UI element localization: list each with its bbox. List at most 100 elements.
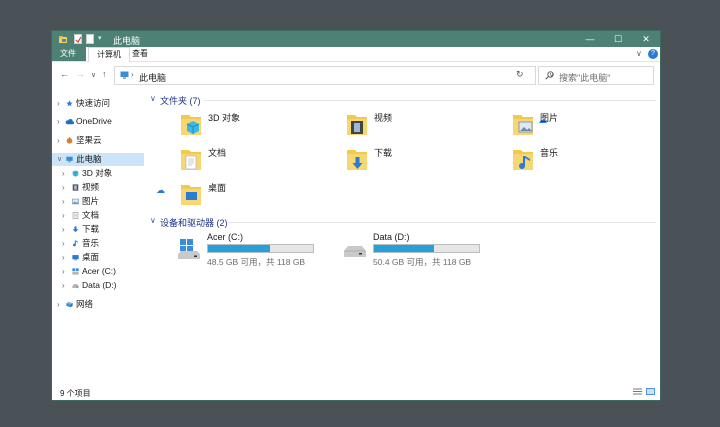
expand-chevron-icon[interactable]: ›	[62, 237, 65, 250]
group-header-drives[interactable]: ∨ 设备和驱动器 (2)	[148, 215, 660, 229]
sidebar-item-onedrive[interactable]: › OneDrive	[52, 115, 144, 128]
folder-label: 文档	[208, 148, 227, 158]
drive-icon	[72, 284, 79, 288]
details-view-icon[interactable]	[633, 388, 642, 395]
sidebar-item-label: OneDrive	[76, 116, 112, 126]
customize-quick-access-icon[interactable]: ▾	[98, 34, 102, 42]
expand-chevron-icon[interactable]: ›	[57, 298, 60, 311]
drive-usage-fill	[374, 245, 434, 252]
computer-icon	[120, 71, 129, 79]
sidebar-item-label: 3D 对象	[82, 168, 113, 178]
tab-file[interactable]: 文件	[52, 47, 86, 61]
drive-label: Acer (C:)	[207, 232, 243, 242]
sidebar-item-drive-d[interactable]: › Data (D:)	[52, 279, 144, 292]
cloud-status-icon: ☁	[156, 185, 165, 195]
expand-chevron-icon[interactable]: ›	[62, 251, 65, 264]
title-bar: ▾ 此电脑 — ☐ ✕	[52, 31, 660, 47]
help-button[interactable]: ?	[648, 49, 658, 59]
forward-button[interactable]: →	[76, 69, 85, 79]
collapse-chevron-icon[interactable]: ∨	[150, 94, 156, 103]
sidebar-item-quick-access[interactable]: › 快速访问	[52, 97, 144, 110]
navigation-bar: ← → ∨ ↑ › 此电脑 ∨ ↻ 搜索"此电脑"	[52, 64, 660, 86]
search-box[interactable]: 搜索"此电脑"	[538, 66, 654, 85]
collapse-chevron-icon[interactable]: ∨	[150, 216, 156, 225]
sidebar-item-this-pc[interactable]: ∨ 此电脑	[52, 153, 144, 166]
refresh-button[interactable]: ↻	[516, 69, 524, 80]
address-bar[interactable]: › 此电脑 ∨	[114, 66, 554, 85]
sidebar-item-music[interactable]: › 音乐	[52, 237, 144, 250]
properties-icon[interactable]	[74, 34, 82, 44]
folder-music[interactable]: 音乐	[512, 146, 652, 176]
desktop-icon	[72, 255, 79, 261]
pictures-folder-icon	[513, 115, 533, 135]
expand-chevron-icon[interactable]: ›	[62, 223, 65, 236]
sidebar-item-drive-c[interactable]: › Acer (C:)	[52, 265, 144, 278]
close-button[interactable]: ✕	[632, 31, 660, 47]
new-folder-icon[interactable]	[86, 34, 94, 44]
sidebar-item-pictures[interactable]: › 图片	[52, 195, 144, 208]
expand-chevron-icon[interactable]: ›	[62, 181, 65, 194]
sidebar-item-3d-objects[interactable]: › 3D 对象	[52, 167, 144, 180]
expand-chevron-icon[interactable]: ›	[62, 167, 65, 180]
folder-label: 下载	[374, 148, 393, 158]
sidebar-item-label: 图片	[82, 196, 100, 206]
folder-label: 3D 对象	[208, 113, 241, 123]
search-input[interactable]: 搜索"此电脑"	[559, 71, 610, 84]
back-button[interactable]: ←	[60, 69, 69, 79]
computer-icon	[66, 156, 73, 163]
windows-drive-icon	[72, 268, 79, 275]
group-label: 文件夹 (7)	[160, 96, 201, 106]
folder-documents[interactable]: 文档	[180, 146, 320, 176]
drive-d[interactable]: Data (D:) 50.4 GB 可用，共 118 GB	[343, 232, 493, 268]
ribbon: 文件 计算机 查看 ∨ ?	[52, 47, 660, 62]
breadcrumb[interactable]: 此电脑	[139, 71, 166, 84]
divider	[228, 222, 656, 223]
sidebar-item-videos[interactable]: › 视频	[52, 181, 144, 194]
drive-c[interactable]: Acer (C:) 48.5 GB 可用，共 118 GB	[177, 232, 327, 268]
sidebar-item-downloads[interactable]: › 下载	[52, 223, 144, 236]
tab-view[interactable]: 查看	[124, 47, 156, 61]
expand-ribbon-icon[interactable]: ∨	[636, 49, 642, 58]
folder-videos[interactable]: 视频	[346, 111, 486, 141]
up-button[interactable]: ↑	[102, 69, 107, 79]
content-area: ∨ 文件夹 (7) 3D 对象 视频 ☁ 图片 文档 下载 音乐 ☁ 桌面 ∨ …	[148, 89, 660, 389]
minimize-button[interactable]: —	[576, 31, 604, 47]
sidebar-item-desktop[interactable]: › 桌面	[52, 251, 144, 264]
recent-locations-button[interactable]: ∨	[91, 71, 96, 79]
cloud-icon	[65, 119, 74, 125]
windows-drive-icon	[178, 239, 200, 259]
music-icon	[73, 240, 78, 247]
expand-chevron-icon[interactable]: ›	[62, 279, 65, 292]
status-item-count: 9 个项目	[60, 389, 91, 398]
drive-usage-bar	[207, 244, 314, 253]
large-icons-view-icon[interactable]	[646, 388, 655, 395]
sidebar-item-network[interactable]: › 网络	[52, 298, 144, 311]
sidebar-item-label: 快速访问	[76, 98, 111, 108]
folder-desktop[interactable]: 桌面	[180, 181, 320, 211]
network-icon	[66, 301, 73, 308]
collapse-chevron-icon[interactable]: ∨	[57, 153, 62, 166]
sidebar-item-label: 下载	[82, 224, 100, 234]
expand-chevron-icon[interactable]: ›	[57, 97, 60, 110]
expand-chevron-icon[interactable]: ›	[57, 115, 60, 128]
sidebar-item-jianguoyun[interactable]: › 坚果云	[52, 134, 144, 147]
expand-chevron-icon[interactable]: ›	[57, 134, 60, 147]
breadcrumb-separator-icon[interactable]: ›	[131, 70, 134, 79]
explorer-window: ▾ 此电脑 — ☐ ✕ 文件 计算机 查看 ∨ ? ← → ∨ ↑ › 此电脑 …	[52, 31, 660, 400]
expand-chevron-icon[interactable]: ›	[62, 209, 65, 222]
music-folder-icon	[513, 150, 533, 170]
expand-chevron-icon[interactable]: ›	[62, 195, 65, 208]
expand-chevron-icon[interactable]: ›	[62, 265, 65, 278]
cube-folder-icon	[181, 115, 201, 135]
group-header-folders[interactable]: ∨ 文件夹 (7)	[148, 93, 660, 107]
folder-3d-objects[interactable]: 3D 对象	[180, 111, 320, 141]
folder-downloads[interactable]: 下载	[346, 146, 486, 176]
picture-icon	[72, 198, 79, 205]
sidebar-item-documents[interactable]: › 文档	[52, 209, 144, 222]
folder-pictures[interactable]: 图片	[512, 111, 652, 141]
desktop-folder-icon	[181, 185, 201, 205]
maximize-button[interactable]: ☐	[604, 31, 632, 47]
sidebar-item-label: 此电脑	[76, 154, 102, 164]
folder-label: 图片	[540, 113, 559, 123]
nut-icon	[66, 137, 73, 144]
